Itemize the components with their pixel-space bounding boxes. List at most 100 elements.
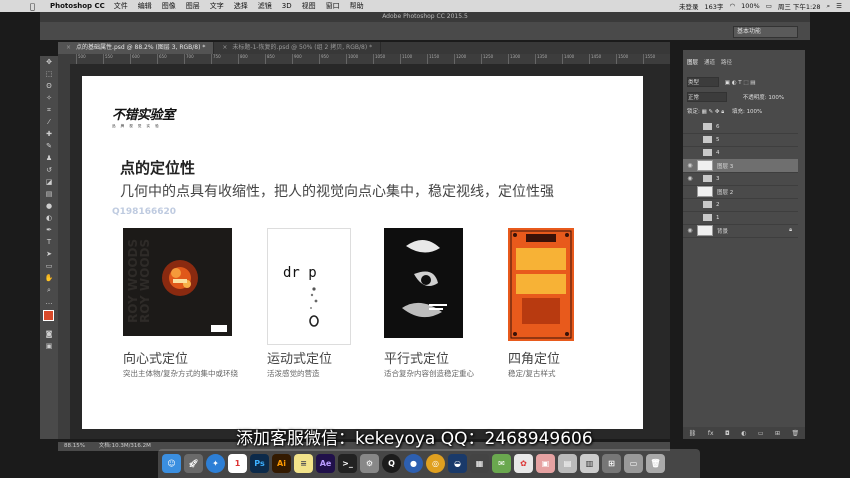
- menu-3d[interactable]: 3D: [282, 2, 292, 10]
- layer-row[interactable]: ◉ 3: [683, 172, 798, 186]
- menu-type[interactable]: 文字: [210, 1, 224, 11]
- clock[interactable]: 周三 下午1:28: [778, 1, 821, 11]
- illustrator-icon[interactable]: Ai: [272, 454, 291, 473]
- lasso-tool-icon[interactable]: ʘ: [40, 80, 58, 92]
- menu-image[interactable]: 图像: [162, 1, 176, 11]
- document-canvas[interactable]: 不错实验室 品 牌 视 觉 实 验 点的定位性 几何中的点具有收缩性，把人的视觉…: [82, 76, 643, 429]
- tab-document-1[interactable]: × 点的基础属性.psd @ 88.2% (图层 3, RGB/8) *: [58, 42, 215, 54]
- wechat-icon[interactable]: ✉: [492, 454, 511, 473]
- login-status[interactable]: 未登录: [679, 1, 699, 11]
- brush-tool-icon[interactable]: ✎: [40, 140, 58, 152]
- path-select-icon[interactable]: ➤: [40, 248, 58, 260]
- tab-document-2[interactable]: × 未标题-1-恢复的.psd @ 50% (组 2 拷贝, RGB/8) *: [214, 42, 382, 54]
- list-icon[interactable]: ☰: [836, 2, 842, 10]
- eye-icon[interactable]: ◉: [683, 162, 697, 169]
- menu-window[interactable]: 窗口: [326, 1, 340, 11]
- new-layer-icon[interactable]: ⊞: [775, 430, 780, 437]
- layer-row[interactable]: ◉ 背景 🔒︎: [683, 224, 798, 238]
- zoom-level[interactable]: 88.15%: [64, 443, 85, 449]
- history-brush-icon[interactable]: ↺: [40, 164, 58, 176]
- after-effects-icon[interactable]: Ae: [316, 454, 335, 473]
- eye-icon[interactable]: ◉: [683, 227, 697, 234]
- search-icon[interactable]: ⌕: [827, 2, 831, 11]
- photoshop-icon[interactable]: Ps: [250, 454, 269, 473]
- blur-tool-icon[interactable]: ●: [40, 200, 58, 212]
- quicktime-icon[interactable]: Q: [382, 454, 401, 473]
- blend-mode-select[interactable]: 正常: [687, 92, 727, 102]
- dodge-tool-icon[interactable]: ◐: [40, 212, 58, 224]
- link-icon[interactable]: ⛓: [689, 430, 697, 437]
- trash-icon[interactable]: 🗑︎: [792, 430, 800, 437]
- mask-icon[interactable]: ◘: [725, 430, 730, 437]
- menu-view[interactable]: 视图: [302, 1, 316, 11]
- app-icon[interactable]: ▭: [624, 454, 643, 473]
- layer-row[interactable]: 5: [683, 133, 798, 147]
- marquee-tool-icon[interactable]: ⬚: [40, 68, 58, 80]
- type-tool-icon[interactable]: T: [40, 236, 58, 248]
- layer-row[interactable]: 4: [683, 146, 798, 160]
- doc-size[interactable]: 文档:10.3M/316.2M: [99, 443, 151, 449]
- zoom-tool-icon[interactable]: ⌕: [40, 284, 58, 296]
- layer-row[interactable]: 2: [683, 198, 798, 212]
- chrome-icon[interactable]: ◎: [426, 454, 445, 473]
- hand-tool-icon[interactable]: ✋: [40, 272, 58, 284]
- fx-icon[interactable]: fx: [708, 430, 714, 437]
- calendar-icon[interactable]: 1: [228, 454, 247, 473]
- wifi-icon[interactable]: ◠: [729, 2, 735, 10]
- app-icon[interactable]: ▤: [558, 454, 577, 473]
- lock-icons[interactable]: ▦ ✎ ✥ 🔒︎: [702, 109, 725, 115]
- launchpad-icon[interactable]: 🚀︎: [184, 454, 203, 473]
- fill-value[interactable]: 100%: [747, 109, 763, 115]
- input-method[interactable]: 163字: [705, 1, 724, 11]
- tab-channels[interactable]: 通道: [704, 58, 715, 68]
- kind-filter[interactable]: 类型: [687, 77, 719, 87]
- crop-tool-icon[interactable]: ⌗: [40, 104, 58, 116]
- eraser-tool-icon[interactable]: ◪: [40, 176, 58, 188]
- close-icon[interactable]: ×: [222, 44, 227, 51]
- filter-icons[interactable]: ▣ ◐ T ⬚ ▤: [725, 80, 756, 86]
- menu-edit[interactable]: 编辑: [138, 1, 152, 11]
- app-icon[interactable]: ▣: [536, 454, 555, 473]
- eyedropper-icon[interactable]: ⁄: [40, 116, 58, 128]
- battery-icon[interactable]: ▭: [766, 2, 772, 10]
- settings-icon[interactable]: ⚙: [360, 454, 379, 473]
- menu-select[interactable]: 选择: [234, 1, 248, 11]
- pen-tool-icon[interactable]: ✒: [40, 224, 58, 236]
- shape-tool-icon[interactable]: ▭: [40, 260, 58, 272]
- layer-row-selected[interactable]: ◉ 图层 3: [683, 159, 798, 173]
- workspace-select[interactable]: 基本功能: [733, 26, 798, 38]
- gradient-tool-icon[interactable]: ▤: [40, 188, 58, 200]
- menu-help[interactable]: 帮助: [350, 1, 364, 11]
- menu-file[interactable]: 文件: [114, 1, 128, 11]
- tab-paths[interactable]: 路径: [721, 58, 732, 68]
- eye-icon[interactable]: ◉: [683, 175, 697, 182]
- apple-icon[interactable]: : [30, 2, 40, 11]
- layer-row[interactable]: 1: [683, 211, 798, 225]
- terminal-icon[interactable]: >_: [338, 454, 357, 473]
- opacity-value[interactable]: 100%: [768, 95, 784, 101]
- new-group-icon[interactable]: ▭: [758, 430, 764, 437]
- color-swatches[interactable]: [40, 308, 58, 328]
- tab-layers[interactable]: 图层: [687, 58, 698, 68]
- safari-icon[interactable]: ✦: [206, 454, 225, 473]
- finder-icon[interactable]: ☺: [162, 454, 181, 473]
- app-name[interactable]: Photoshop CC: [50, 2, 105, 10]
- app-icon[interactable]: ⊞: [602, 454, 621, 473]
- close-icon[interactable]: ×: [66, 44, 71, 51]
- notes-icon[interactable]: ≡: [294, 454, 313, 473]
- app-icon[interactable]: ▦: [470, 454, 489, 473]
- move-tool-icon[interactable]: ✥: [40, 56, 58, 68]
- app-icon[interactable]: ●: [404, 454, 423, 473]
- screen-mode-icon[interactable]: ▣: [40, 340, 58, 352]
- layer-row[interactable]: 图层 2: [683, 185, 798, 199]
- adjustment-icon[interactable]: ◐: [741, 430, 746, 437]
- magic-wand-icon[interactable]: ✧: [40, 92, 58, 104]
- more-tools-icon[interactable]: …: [40, 296, 58, 308]
- menu-filter[interactable]: 滤镜: [258, 1, 272, 11]
- healing-brush-icon[interactable]: ✚: [40, 128, 58, 140]
- menu-layer[interactable]: 图层: [186, 1, 200, 11]
- stamp-tool-icon[interactable]: ♟: [40, 152, 58, 164]
- quick-mask-icon[interactable]: ◙: [40, 328, 58, 340]
- photos-icon[interactable]: ✿: [514, 454, 533, 473]
- trash-icon[interactable]: 🗑︎: [646, 454, 665, 473]
